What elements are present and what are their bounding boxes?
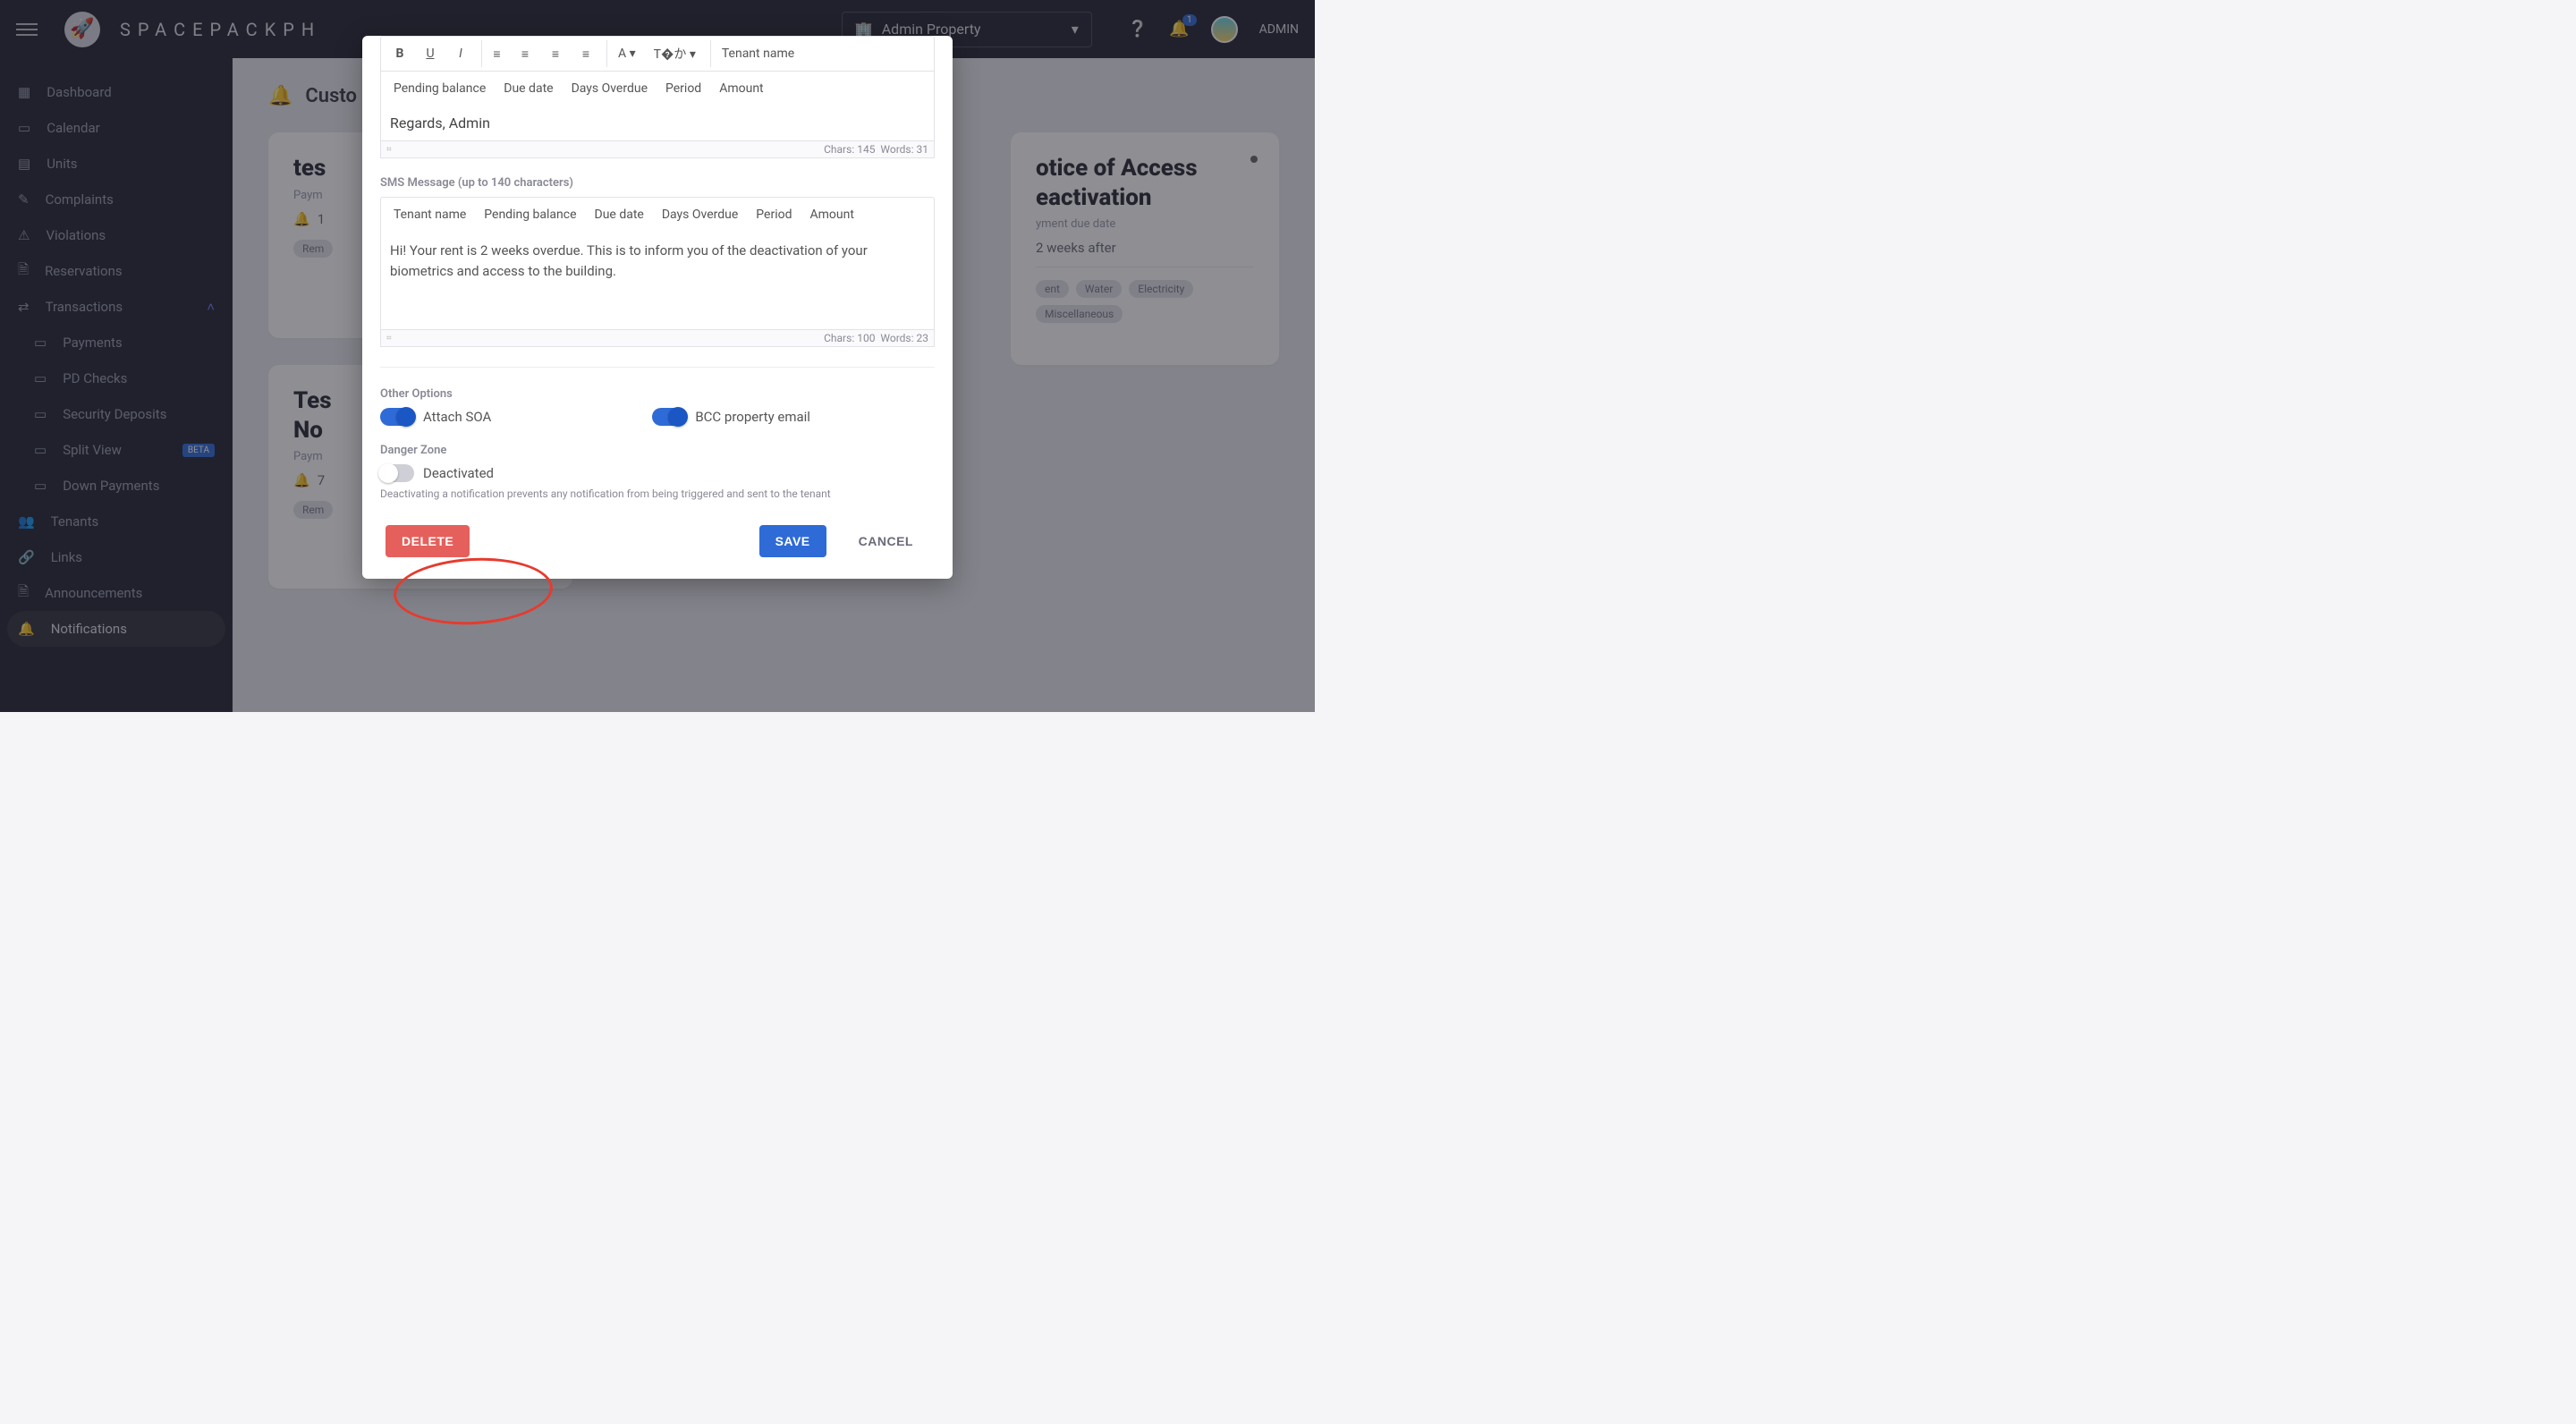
danger-zone-label: Danger Zone — [380, 444, 935, 457]
align-center-button[interactable]: ≡ — [512, 40, 538, 67]
sms-placeholder-period[interactable]: Period — [749, 201, 799, 228]
deactivated-toggle[interactable] — [380, 464, 414, 482]
font-size-button[interactable]: T�か ▾ — [647, 40, 703, 67]
cancel-button[interactable]: CANCEL — [843, 525, 929, 557]
sms-section-label: SMS Message (up to 140 characters) — [380, 176, 935, 190]
placeholder-days-overdue[interactable]: Days Overdue — [564, 75, 655, 102]
placeholder-amount[interactable]: Amount — [712, 75, 770, 102]
save-button[interactable]: SAVE — [759, 525, 826, 557]
sms-placeholder-pending-balance[interactable]: Pending balance — [477, 201, 583, 228]
email-format-toolbar: B U I ≡ ≡ ≡ ≡ A ▾ T�か ▾ Tenant name — [380, 36, 935, 71]
attach-soa-label: Attach SOA — [423, 409, 491, 425]
deactivated-label: Deactivated — [423, 465, 494, 481]
email-chars: Chars: 145 — [824, 143, 875, 156]
email-words: Words: 31 — [880, 143, 928, 156]
sms-placeholder-toolbar: Tenant name Pending balance Due date Day… — [380, 197, 935, 232]
resize-handle-icon[interactable]: ⌗ — [386, 334, 392, 343]
underline-button[interactable]: U — [417, 40, 444, 67]
placeholder-pending-balance[interactable]: Pending balance — [386, 75, 493, 102]
sms-words: Words: 23 — [880, 332, 928, 344]
edit-notification-modal: B U I ≡ ≡ ≡ ≡ A ▾ T�か ▾ Tenant name Pend… — [362, 36, 953, 579]
email-editor-footer: ⌗ Chars: 145 Words: 31 — [380, 141, 935, 158]
sms-body-editor[interactable]: Hi! Your rent is 2 weeks overdue. This i… — [380, 232, 935, 330]
deactivated-note: Deactivating a notification prevents any… — [380, 487, 935, 500]
email-body-editor[interactable]: Regards, Admin — [380, 106, 935, 141]
resize-handle-icon[interactable]: ⌗ — [386, 145, 392, 155]
italic-button[interactable]: I — [447, 40, 474, 67]
font-color-button[interactable]: A ▾ — [606, 40, 643, 67]
bcc-property-toggle[interactable] — [652, 408, 686, 426]
other-options-label: Other Options — [380, 387, 935, 401]
align-right-button[interactable]: ≡ — [542, 40, 569, 67]
align-left-button[interactable]: ≡ — [481, 40, 508, 67]
placeholder-period[interactable]: Period — [658, 75, 708, 102]
sms-chars: Chars: 100 — [824, 332, 875, 344]
placeholder-due-date[interactable]: Due date — [496, 75, 560, 102]
sms-placeholder-amount[interactable]: Amount — [802, 201, 860, 228]
sms-placeholder-days-overdue[interactable]: Days Overdue — [655, 201, 745, 228]
attach-soa-toggle[interactable] — [380, 408, 414, 426]
email-placeholder-toolbar: Pending balance Due date Days Overdue Pe… — [380, 71, 935, 106]
delete-button[interactable]: DELETE — [386, 525, 470, 557]
sms-placeholder-due-date[interactable]: Due date — [588, 201, 651, 228]
sms-editor-footer: ⌗ Chars: 100 Words: 23 — [380, 330, 935, 347]
bold-button[interactable]: B — [386, 40, 413, 67]
bcc-label: BCC property email — [695, 409, 810, 425]
align-justify-button[interactable]: ≡ — [572, 40, 599, 67]
placeholder-tenant-name[interactable]: Tenant name — [710, 40, 801, 67]
sms-placeholder-tenant-name[interactable]: Tenant name — [386, 201, 473, 228]
